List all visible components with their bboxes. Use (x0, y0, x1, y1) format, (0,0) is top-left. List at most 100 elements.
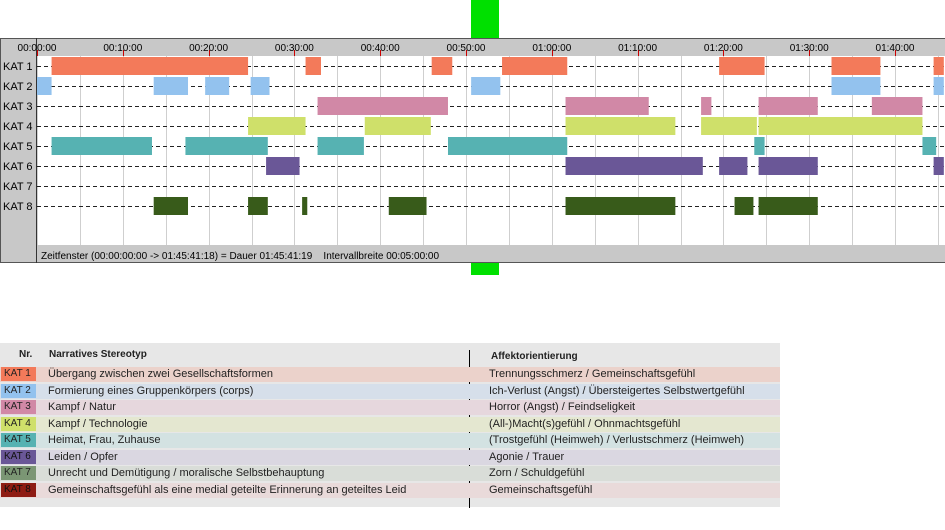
tick-label: 00:00:00 (18, 43, 57, 54)
legend-affect: (All-)Macht(s)gefühl / Ohnmachtsgefühl (489, 417, 681, 430)
segment-bar[interactable] (153, 77, 189, 95)
category-label: KAT 6 (3, 161, 33, 173)
legend-stereotype: Heimat, Frau, Zuhause (48, 434, 161, 446)
segment-bar[interactable] (248, 197, 268, 215)
legend-code-swatch: KAT 7 (1, 466, 36, 480)
legend-code-swatch: KAT 1 (1, 367, 36, 381)
legend-row: KAT 5 Heimat, Frau, Zuhause (Trostgefühl (… (0, 432, 780, 449)
segment-bar[interactable] (250, 77, 270, 95)
segment-bar[interactable] (933, 77, 944, 95)
segment-bar[interactable] (565, 97, 649, 115)
legend-affect: (Trostgefühl (Heimweh) / Verlustschmerz … (489, 434, 745, 446)
segment-bar[interactable] (565, 117, 676, 135)
segment-bar[interactable] (364, 117, 431, 135)
segment-bar[interactable] (719, 157, 748, 175)
segment-bar[interactable] (831, 77, 881, 95)
legend-affect: Gemeinschaftsgefühl (489, 483, 593, 496)
segment-bar[interactable] (701, 97, 712, 115)
segment-bar[interactable] (754, 137, 765, 155)
legend-row-band (0, 400, 780, 415)
legend-stereotype: Übergang zwischen zwei Gesellschaftsform… (48, 368, 273, 380)
legend-stereotype: Kampf / Natur (48, 401, 116, 413)
segment-bar[interactable] (565, 197, 676, 215)
segment-bar[interactable] (205, 77, 230, 95)
tick-label: 01:20:00 (704, 43, 743, 54)
tick-label: 01:30:00 (790, 43, 829, 54)
segment-bar[interactable] (471, 77, 501, 95)
segment-bar[interactable] (153, 197, 189, 215)
segment-bar[interactable] (758, 157, 818, 175)
tick-label: 01:10:00 (618, 43, 657, 54)
legend-affect: Trennungsschmerz / Gemeinschaftsgefühl (489, 368, 696, 380)
legend-table: Nr. Narratives Stereotyp Affektorientier… (0, 343, 780, 508)
cursor-top (471, 0, 499, 38)
segment-bar[interactable] (719, 57, 765, 75)
legend-row: KAT 6 Leiden / Opfer Agonie / Trauer (0, 449, 780, 466)
legend-code-swatch: KAT 5 (1, 433, 36, 447)
legend-affect: Ich-Verlust (Angst) / Übersteigertes Sel… (489, 384, 745, 397)
segment-bar[interactable] (701, 117, 757, 135)
legend-row: KAT 8 Gemeinschaftsgefühl als eine medial… (0, 482, 780, 499)
tick-label: 01:00:00 (532, 43, 571, 54)
tick-label: 00:50:00 (447, 43, 486, 54)
legend-affect: Zorn / Schuldgefühl (489, 467, 585, 479)
category-label: KAT 4 (3, 121, 33, 133)
category-label: KAT 1 (3, 61, 33, 73)
tick-label: 00:10:00 (103, 43, 142, 54)
legend-row: KAT 4 Kampf / Technologie (All-)Macht(s)ge… (0, 416, 780, 433)
category-label: KAT 8 (3, 201, 33, 213)
tick-label: 01:40:00 (876, 43, 915, 54)
status-bar-text: Zeitfenster (00:00:00:00 -> 01:45:41:18)… (41, 251, 439, 262)
segment-bar[interactable] (447, 137, 568, 155)
legend-row: KAT 2 Formierung eines Gruppenkörpers (co… (0, 383, 780, 400)
legend-stereotype: Kampf / Technologie (48, 417, 148, 430)
legend-stereotype: Leiden / Opfer (48, 450, 118, 463)
segment-bar[interactable] (502, 57, 568, 75)
segment-bar[interactable] (431, 57, 453, 75)
legend-code-swatch: KAT 3 (1, 400, 36, 414)
segment-bar[interactable] (922, 137, 937, 155)
segment-bar[interactable] (317, 137, 364, 155)
legend-affect: Horror (Angst) / Feindseligkeit (489, 401, 636, 413)
segment-bar[interactable] (758, 197, 818, 215)
category-label: KAT 3 (3, 101, 33, 113)
tick-label: 00:20:00 (189, 43, 228, 54)
segment-bar[interactable] (565, 157, 703, 175)
segment-bar[interactable] (758, 97, 818, 115)
segment-bar[interactable] (305, 57, 321, 75)
segment-bar[interactable] (185, 137, 268, 155)
segment-bar[interactable] (51, 57, 249, 75)
segment-bar[interactable] (51, 137, 152, 155)
timeline-chart: 00:00:00 00:10:00 00:20:00 00:30:00 00:40:00… (0, 0, 945, 275)
legend-code-swatch: KAT 8 (1, 482, 36, 497)
category-label: KAT 2 (3, 81, 33, 93)
legend-row: KAT 3 Kampf / Natur Horror (Angst) / Feind… (0, 399, 780, 416)
legend-code-swatch: KAT 6 (1, 449, 36, 464)
legend-header-nr: Nr. (19, 349, 33, 360)
legend-stereotype: Formierung eines Gruppenkörpers (corps) (48, 384, 254, 397)
segment-bar[interactable] (266, 157, 300, 175)
legend-row: KAT 7 Unrecht und Demütigung / moralische… (0, 465, 780, 482)
category-label: KAT 5 (3, 141, 33, 153)
segment-bar[interactable] (317, 97, 448, 115)
legend-header-stereotype: Narratives Stereotyp (49, 349, 147, 360)
segment-bar[interactable] (831, 57, 881, 75)
segment-bar[interactable] (37, 77, 52, 95)
segment-bar[interactable] (871, 97, 923, 115)
segment-bar[interactable] (734, 197, 754, 215)
segment-bar[interactable] (302, 197, 308, 215)
segment-bar[interactable] (248, 117, 306, 135)
category-label: KAT 7 (3, 181, 33, 193)
legend-stereotype: Unrecht und Demütigung / moralische Selb… (48, 467, 325, 479)
segment-bar[interactable] (933, 57, 944, 75)
tick-label: 00:40:00 (361, 43, 400, 54)
legend-header-affect: Affektorientierung (491, 351, 578, 362)
segment-bar[interactable] (933, 157, 944, 175)
legend-row: KAT 1 Übergang zwischen zwei Gesellschaft… (0, 366, 780, 383)
legend-code-swatch: KAT 2 (1, 383, 36, 398)
tick-label: 00:30:00 (275, 43, 314, 54)
legend-code-swatch: KAT 4 (1, 416, 36, 431)
cursor-bottom (471, 262, 499, 275)
segment-bar[interactable] (758, 117, 923, 135)
segment-bar[interactable] (388, 197, 427, 215)
